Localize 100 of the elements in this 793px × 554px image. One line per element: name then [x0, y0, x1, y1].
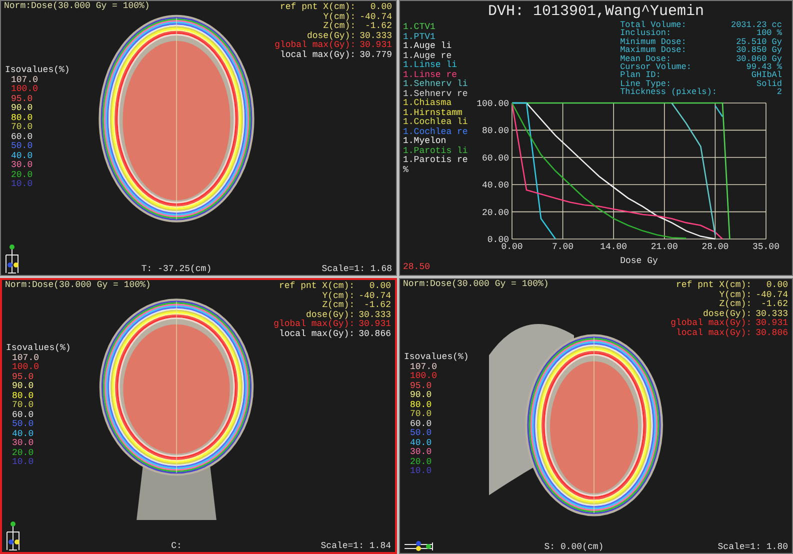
structure-label: 1.Sehnerv li — [403, 80, 469, 90]
dvh-title: DVH: 1013901,Wang^Yuemin — [488, 2, 704, 20]
stat-label: Mean Dose: — [620, 54, 672, 64]
ref-point-value: -1.62 — [362, 301, 391, 310]
stat-value: 100 % — [756, 29, 782, 38]
structure-label: 1.Parotis re — [403, 156, 469, 166]
ref-point-label: Z(cm): — [321, 301, 355, 310]
isovalue-label: 80.0 — [11, 392, 35, 401]
isovalue-label: 107.0 — [11, 354, 40, 363]
isovalue-label: 30.0 — [11, 439, 35, 448]
orientation-icon — [6, 521, 20, 551]
axis-tick-label: 0.00 — [501, 242, 523, 252]
isovalue-label: 100.0 — [409, 372, 438, 382]
ref-point-label: ref pnt X(cm): — [674, 281, 752, 290]
ref-point-value: 30.931 — [358, 320, 391, 330]
isovalue-label: 20.0 — [11, 448, 35, 458]
normalization-label: Norm:Dose(30.000 Gy = 100%) — [4, 280, 152, 292]
isovalue-label: 107.0 — [409, 362, 438, 372]
ref-point-label: Z(cm): — [718, 300, 752, 310]
axis-tick-label: 20.00 — [482, 207, 509, 218]
structure-label: 1.Auge re — [403, 52, 453, 60]
view-panel[interactable] — [0, 278, 397, 554]
isovalue-label: 80.0 — [10, 114, 34, 123]
isovalue-label: 50.0 — [10, 142, 34, 152]
normalization-label: Norm:Dose(30.000 Gy = 100%) — [402, 279, 550, 290]
orientation-icon — [5, 244, 19, 274]
isovalue-label: 100.0 — [10, 85, 40, 94]
ref-point-value: -1.62 — [760, 300, 788, 310]
isovalue-label: 90.0 — [409, 391, 433, 400]
ref-point-label: local max(Gy): — [674, 328, 752, 338]
axis-tick-label: 21.00 — [650, 242, 678, 252]
isovalue-label: 80.0 — [409, 400, 433, 410]
ref-point-label: Y(cm): — [322, 12, 356, 22]
isovalue-label: 107.0 — [10, 76, 40, 85]
ref-point-label: dose(Gy): — [306, 32, 356, 40]
isovalue-label: 60.0 — [10, 132, 34, 142]
stat-value: 99.43 % — [745, 63, 782, 72]
stat-value: 30.850 Gy — [735, 46, 782, 55]
isovalue-label: 10.0 — [409, 467, 433, 476]
axis-tick-label: 100.00 — [476, 98, 509, 109]
ref-point-label: global max(Gy): — [274, 320, 355, 330]
ref-point-value: 30.866 — [358, 330, 391, 339]
structure-label: 1.Hirnstamm — [403, 108, 464, 118]
isovalue-label: 95.0 — [10, 94, 34, 104]
ref-point-value: -1.62 — [364, 22, 392, 32]
ref-point-value: 30.333 — [360, 32, 392, 41]
stat-label: Inclusion: — [620, 29, 672, 38]
scale-label: Scale=1: 1.84 — [320, 542, 391, 551]
structure-label: 1.Linse re — [403, 70, 458, 80]
stat-label: Plan ID: — [620, 71, 661, 80]
structure-label: 1.Cochlea re — [403, 128, 469, 136]
isovalue-label: 95.0 — [409, 382, 433, 391]
ref-point-label: Y(cm): — [321, 292, 355, 300]
view-panel[interactable] — [0, 0, 397, 276]
stat-label: Minimum Dose: — [620, 38, 688, 46]
ref-point-value: 30.931 — [360, 41, 392, 50]
ref-point-label: Y(cm): — [718, 290, 752, 300]
stat-value: 2031.23 cc — [730, 21, 782, 30]
stat-value: 30.060 Gy — [735, 54, 782, 64]
unit-label: % — [403, 166, 410, 175]
isovalue-label: 100.0 — [11, 363, 40, 372]
ref-point-value: 30.779 — [360, 50, 392, 60]
isovalue-label: 95.0 — [11, 372, 35, 382]
isovalue-label: 60.0 — [409, 420, 433, 429]
ref-point-value: -40.74 — [756, 290, 788, 300]
axis-tick-label: 35.00 — [752, 242, 780, 252]
stat-label: Line Type: — [620, 80, 672, 88]
axis-tick-label: 28.00 — [702, 242, 729, 252]
stat-value: 25.510 Gy — [735, 38, 782, 46]
scale-label: Scale=1: 1.80 — [718, 542, 788, 552]
isovalue-label: 60.0 — [11, 410, 35, 420]
axis-tick-label: 14.00 — [600, 242, 628, 252]
normalization-label: Norm:Dose(30.000 Gy = 100%) — [3, 1, 151, 12]
stat-value: GHIbAl — [750, 71, 782, 80]
isovalue-label: 90.0 — [10, 104, 34, 114]
ref-point-label: dose(Gy): — [304, 310, 355, 320]
cursor-dose-value: 28.50 — [403, 262, 432, 272]
axis-title: Dose Gy — [620, 256, 658, 266]
isovalues-title: Isovalues(%) — [6, 344, 72, 354]
ref-point-value: 30.806 — [756, 328, 788, 338]
isovalue-label: 70.0 — [10, 123, 34, 132]
ref-point-value: 30.333 — [756, 310, 788, 319]
structure-label: 1.Myelon — [403, 137, 448, 146]
view-panel[interactable] — [399, 0, 793, 276]
ref-point-value: 0.00 — [368, 282, 391, 292]
view-panel[interactable] — [399, 278, 793, 554]
isovalue-label: 40.0 — [10, 152, 34, 161]
isovalue-label: 20.0 — [409, 458, 433, 467]
isovalue-label: 70.0 — [11, 401, 35, 410]
ref-point-value: 30.931 — [756, 319, 788, 328]
isovalue-label: 10.0 — [10, 180, 34, 190]
stat-value: Solid — [755, 80, 782, 88]
stat-value: 2 — [776, 88, 782, 97]
ref-point-value: -40.74 — [360, 12, 392, 22]
isovalue-label: 50.0 — [11, 420, 35, 430]
stat-label: Thickness (pixels): — [620, 88, 717, 97]
ref-point-label: dose(Gy): — [702, 310, 752, 318]
axis-tick-label: 40.00 — [482, 180, 509, 190]
ref-point-value: 0.00 — [369, 3, 392, 12]
structure-label: 1.Parotis li — [403, 146, 469, 156]
